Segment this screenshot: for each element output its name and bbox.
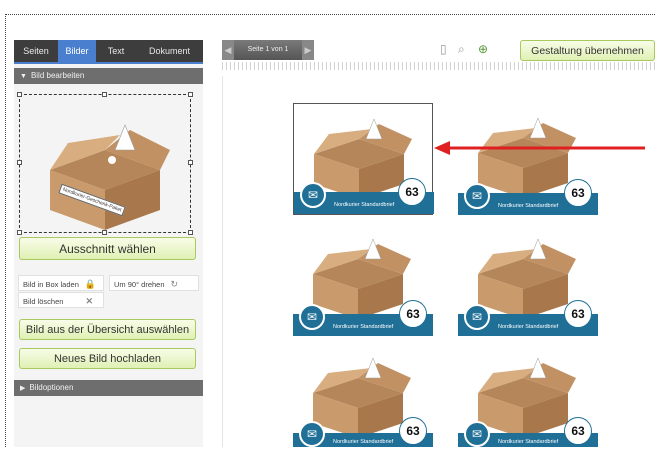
- label-tile[interactable]: Nordkurier Standardbrief ✉ 63: [293, 224, 433, 336]
- label-sheet: Nordkurier Standardbrief ✉ 63 Nordkurier…: [222, 76, 655, 447]
- tab-underline: [14, 62, 203, 64]
- number-badge: 63: [398, 178, 426, 206]
- page-navigator: ◀ Seite 1 von 1 ▶: [222, 40, 314, 60]
- label-tile[interactable]: Nordkurier Standardbrief ✉ 63: [458, 343, 598, 447]
- band-label: Nordkurier Standardbrief: [333, 439, 394, 445]
- bild-in-box-laden-label: Bild in Box laden: [23, 280, 79, 289]
- envelope-icon: ✉: [464, 183, 490, 209]
- gestaltung-uebernehmen-button[interactable]: Gestaltung übernehmen: [520, 40, 655, 61]
- tab-dokument[interactable]: Dokument: [136, 40, 203, 62]
- box-image: [50, 124, 170, 230]
- lock-icon: 🔒: [84, 279, 97, 289]
- section-bild-bearbeiten-label: Bild bearbeiten: [30, 71, 85, 80]
- next-page-icon[interactable]: ▶: [302, 40, 314, 60]
- neues-bild-hochladen-button[interactable]: Neues Bild hochladen: [19, 348, 196, 369]
- crop-handle[interactable]: [188, 230, 193, 235]
- top-toolbar: ◀ Seite 1 von 1 ▶ ▯ ⌕ ⊕ Gestaltung übern…: [222, 40, 655, 61]
- ausschnitt-waehlen-button[interactable]: Ausschnitt wählen: [19, 237, 196, 260]
- crop-frame[interactable]: Nordkurier-Geschenk-Paket: [17, 92, 193, 235]
- delete-x-icon: ✕: [85, 296, 93, 306]
- rotate-label: Um 90° drehen: [114, 280, 165, 289]
- crop-handle[interactable]: [102, 92, 107, 97]
- bild-in-box-laden-action[interactable]: Bild in Box laden 🔒: [18, 275, 104, 291]
- page-indicator: Seite 1 von 1: [247, 46, 289, 53]
- crop-handle[interactable]: [17, 160, 22, 165]
- envelope-icon: ✉: [464, 421, 490, 447]
- crop-handle[interactable]: [188, 160, 193, 165]
- label-tile[interactable]: Nordkurier Standardbrief ✉ 63: [458, 103, 598, 215]
- tab-bar: Seiten Bilder Text Dokument: [14, 40, 203, 62]
- bild-loeschen-label: Bild löschen: [23, 297, 64, 306]
- triangle-right-icon: ▶: [20, 385, 26, 392]
- rotate-icon: ↻: [170, 279, 179, 289]
- section-bildoptionen-label: Bildoptionen: [29, 383, 74, 392]
- crop-handle[interactable]: [102, 230, 107, 235]
- section-bild-bearbeiten[interactable]: ▼ Bild bearbeiten: [14, 68, 203, 84]
- envelope-icon: ✉: [299, 304, 325, 330]
- ruler: [222, 62, 655, 70]
- crop-handle[interactable]: [188, 92, 193, 97]
- number-badge: 63: [399, 300, 427, 328]
- crop-handle[interactable]: [17, 230, 22, 235]
- envelope-icon: ✉: [464, 304, 490, 330]
- left-panel: Seiten Bilder Text Dokument ▼ Bild bearbe…: [14, 40, 203, 447]
- page-icon[interactable]: ▯: [440, 42, 447, 56]
- label-tile[interactable]: Nordkurier Standardbrief ✉ 63: [458, 224, 598, 336]
- crop-handle[interactable]: [17, 92, 22, 97]
- number-badge: 63: [564, 179, 592, 207]
- zoom-out-icon[interactable]: ⌕: [458, 42, 465, 57]
- triangle-down-icon: ▼: [20, 73, 27, 80]
- tab-seiten[interactable]: Seiten: [14, 40, 58, 62]
- band-label: Nordkurier Standardbrief: [498, 203, 559, 209]
- rotate-action[interactable]: Um 90° drehen ↻: [109, 275, 199, 291]
- envelope-icon: ✉: [299, 421, 325, 447]
- band-label: Nordkurier Standardbrief: [498, 439, 559, 445]
- section-bildoptionen[interactable]: ▶ Bildoptionen: [14, 380, 203, 396]
- band-label: Nordkurier Standardbrief: [334, 202, 395, 208]
- label-tile[interactable]: Nordkurier Standardbrief ✉ 63: [293, 343, 433, 447]
- tab-text[interactable]: Text: [96, 40, 136, 62]
- number-badge: 63: [399, 417, 427, 445]
- label-tile-selected[interactable]: Nordkurier Standardbrief ✉ 63: [293, 103, 434, 215]
- zoom-in-icon[interactable]: ⊕: [478, 42, 488, 56]
- tab-bilder[interactable]: Bilder: [58, 40, 96, 62]
- band-label: Nordkurier Standardbrief: [333, 324, 394, 330]
- envelope-icon: ✉: [300, 182, 326, 208]
- bild-loeschen-action[interactable]: Bild löschen ✕: [18, 292, 104, 308]
- prev-page-icon[interactable]: ◀: [222, 40, 234, 60]
- aus-uebersicht-button[interactable]: Bild aus der Übersicht auswählen: [19, 319, 196, 340]
- band-label: Nordkurier Standardbrief: [498, 324, 559, 330]
- red-arrow-annotation: [434, 141, 645, 155]
- number-badge: 63: [564, 300, 592, 328]
- number-badge: 63: [564, 417, 592, 445]
